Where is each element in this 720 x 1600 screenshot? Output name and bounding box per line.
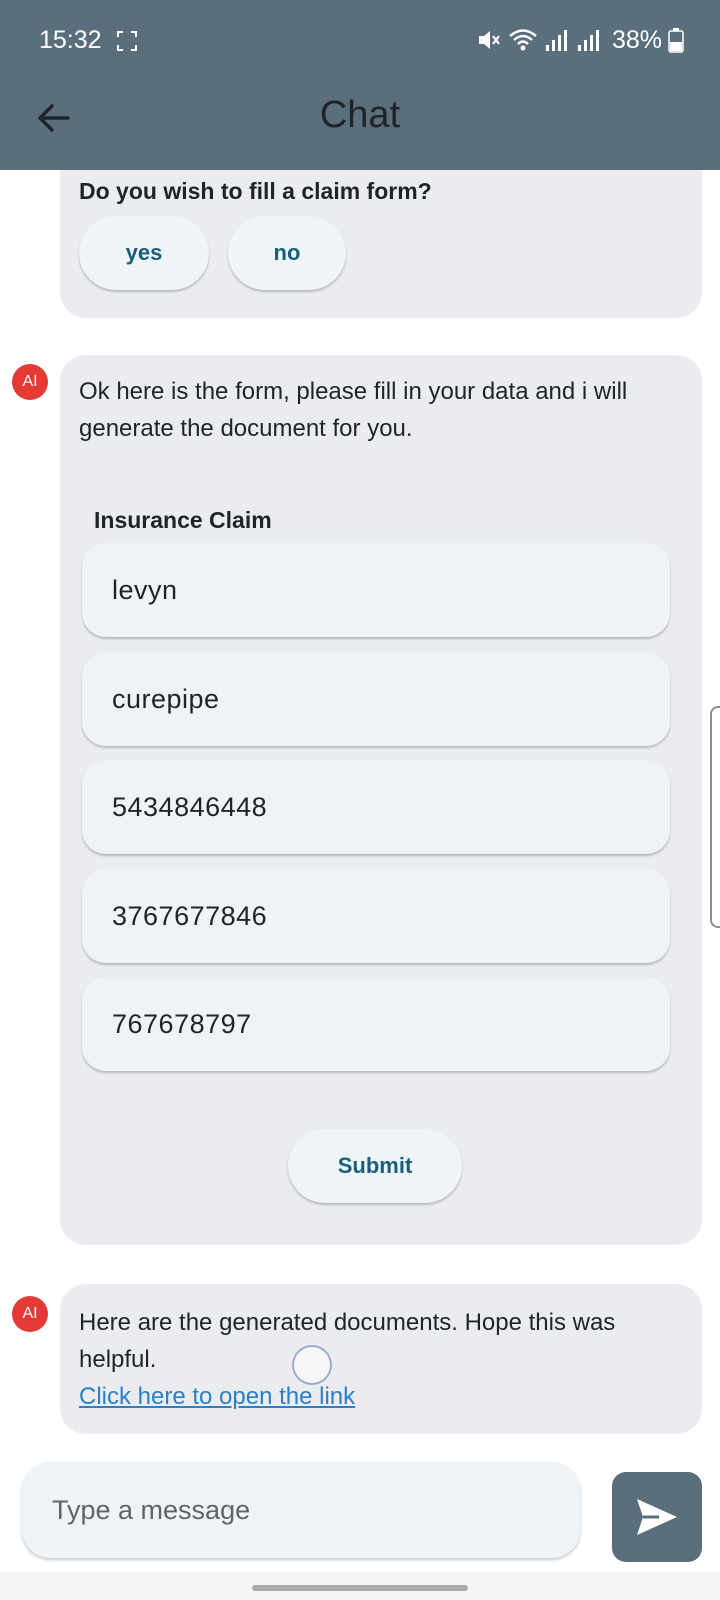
message-input[interactable]: Type a message [22,1462,580,1558]
status-time: 15:32 [39,26,102,54]
ai-avatar: AI [12,364,48,400]
page-title: Chat [319,94,401,136]
home-indicator[interactable] [252,1585,468,1591]
wifi-icon [509,29,537,51]
open-link[interactable]: Click here to open the link [79,1378,662,1415]
form-field-number-2[interactable]: 3767677846 [82,869,670,963]
form-title: Insurance Claim [94,507,272,533]
message-content: Here are the generated documents. Hope t… [79,1304,662,1415]
signal-icon-2 [577,30,599,51]
app-bar: 15:32 38% Chat [0,0,720,170]
send-button[interactable] [612,1472,702,1562]
no-button[interactable]: no [228,216,346,290]
signal-icon [545,30,567,51]
message-text: Here are the generated documents. Hope t… [79,1309,616,1373]
battery-icon [668,28,684,53]
status-icons: 38% [476,24,684,56]
form-field-number-1[interactable]: 5434846448 [82,760,670,854]
form-field-location[interactable]: curepipe [82,652,670,746]
touch-indicator [292,1345,332,1385]
screenshot-indicator-icon [117,31,137,51]
send-icon [637,1499,677,1535]
message-text: Ok here is the form, please fill in your… [79,378,628,442]
submit-button[interactable]: Submit [288,1129,462,1203]
question-text: Do you wish to fill a claim form? [79,178,432,204]
scrollbar[interactable] [710,706,720,928]
message-bubble-result: Here are the generated documents. Hope t… [60,1284,702,1434]
battery-percent: 38% [611,25,662,54]
form-field-number-3[interactable]: 767678797 [82,977,670,1071]
ai-avatar: AI [12,1296,48,1332]
form-field-name[interactable]: levyn [82,543,670,637]
chat-screen: 15:32 38% Chat Do you wish to fill a cla… [0,0,720,1600]
yes-button[interactable]: yes [79,216,209,290]
mute-icon [478,31,500,49]
message-bubble-form: Ok here is the form, please fill in your… [60,355,702,1245]
